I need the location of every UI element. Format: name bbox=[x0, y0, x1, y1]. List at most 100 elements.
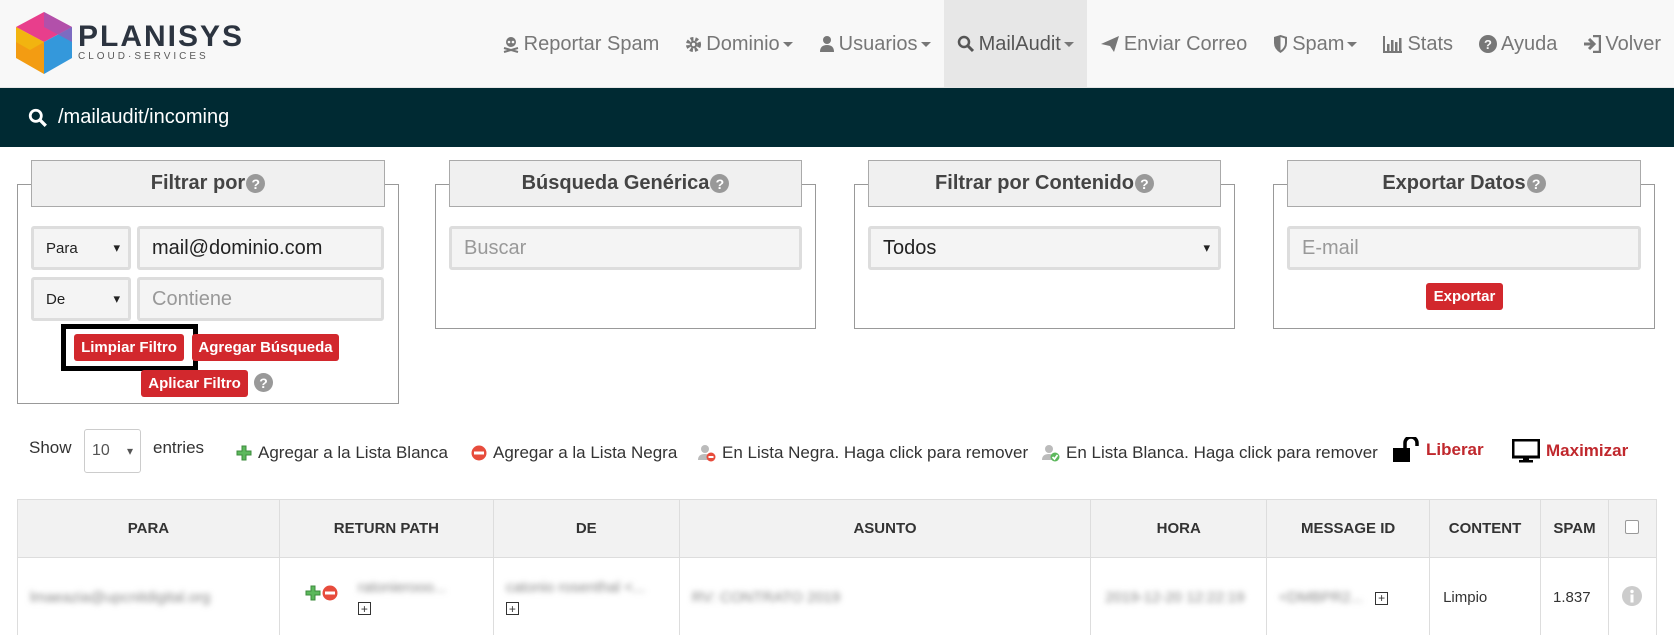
content-title-text: Filtrar por Contenido bbox=[935, 172, 1134, 194]
col-asunto[interactable]: ASUNTO bbox=[678, 499, 1092, 558]
user-icon bbox=[819, 35, 835, 53]
content-filter-title: Filtrar por Contenido? bbox=[868, 160, 1221, 207]
whitelist-add-label: Agregar a la Lista Blanca bbox=[258, 443, 448, 462]
chevron-down-icon bbox=[1347, 41, 1358, 47]
show-label: Show bbox=[29, 438, 72, 457]
red-minus-icon bbox=[471, 445, 487, 461]
filter-field2-select[interactable]: De bbox=[31, 277, 131, 321]
col-hora[interactable]: HORA bbox=[1090, 499, 1268, 558]
cell-content: Limpio bbox=[1429, 557, 1541, 635]
content-select[interactable]: Todos bbox=[868, 226, 1221, 270]
cell-para-text: lmaeazia@upcnitdigital.org bbox=[30, 589, 211, 607]
gear-icon bbox=[685, 36, 702, 53]
filter-field1-select[interactable]: Para bbox=[31, 226, 131, 270]
filter-value2-input[interactable]: Contiene bbox=[137, 277, 384, 321]
expand-plus-icon[interactable]: + bbox=[357, 602, 371, 615]
help-icon[interactable]: ? bbox=[246, 174, 266, 193]
filter-value1-input[interactable]: mail@dominio.com bbox=[137, 226, 384, 270]
help-icon[interactable]: ? bbox=[254, 373, 273, 392]
monitor-icon bbox=[1512, 439, 1540, 463]
nav-ayuda-label: Ayuda bbox=[1501, 32, 1558, 55]
cell-asunto: RV: CONTRATO 2019 bbox=[678, 557, 1092, 635]
nav-spam[interactable]: Spam bbox=[1260, 0, 1370, 88]
help-icon[interactable]: ? bbox=[1526, 174, 1546, 193]
filter-panel-title: Filtrar por? bbox=[31, 160, 385, 207]
nav-usuarios[interactable]: Usuarios bbox=[806, 0, 944, 88]
brand-name: PLANISYS bbox=[78, 20, 245, 53]
search-icon bbox=[957, 35, 975, 53]
chevron-down-icon bbox=[1063, 41, 1074, 47]
clear-filter-button[interactable]: Limpiar Filtro bbox=[74, 334, 184, 361]
col-return-path[interactable]: RETURN PATH bbox=[278, 499, 494, 558]
cell-de: catonio rosenthal <... + bbox=[492, 557, 680, 635]
current-path: /mailaudit/incoming bbox=[58, 106, 230, 128]
nav-volver-label: Volver bbox=[1605, 32, 1661, 55]
col-spam[interactable]: SPAM bbox=[1540, 499, 1609, 558]
export-button[interactable]: Exportar bbox=[1426, 283, 1503, 310]
in-blacklist-legend: En Lista Negra. Haga click para remover bbox=[698, 443, 1028, 463]
cell-return-path: ratonierooo... + bbox=[278, 557, 494, 635]
skull-icon bbox=[502, 35, 520, 53]
info-icon[interactable] bbox=[1622, 585, 1643, 610]
green-plus-icon[interactable] bbox=[305, 585, 321, 605]
blacklist-add-legend: Agregar a la Lista Negra bbox=[471, 443, 677, 463]
cell-return-path-text: ratonierooo... bbox=[357, 579, 447, 596]
expand-plus-icon[interactable]: + bbox=[505, 602, 519, 615]
apply-filter-button[interactable]: Aplicar Filtro bbox=[141, 370, 248, 397]
table-row[interactable]: lmaeazia@upcnitdigital.org ratonierooo..… bbox=[17, 557, 1658, 635]
nav-enviar-correo[interactable]: Enviar Correo bbox=[1087, 0, 1260, 88]
col-content[interactable]: CONTENT bbox=[1429, 499, 1541, 558]
user-blocked-icon bbox=[698, 444, 716, 462]
cell-de-text: catonio rosenthal <... bbox=[505, 579, 646, 596]
nav-reportar-spam-label: Reportar Spam bbox=[523, 32, 660, 55]
entries-select[interactable]: 10 bbox=[84, 429, 141, 473]
chevron-down-icon bbox=[782, 41, 793, 47]
help-icon[interactable]: ? bbox=[1134, 174, 1154, 193]
shield-icon bbox=[1273, 35, 1288, 53]
maximize-button[interactable]: Maximizar bbox=[1512, 439, 1628, 463]
nav-usuarios-label: Usuarios bbox=[838, 32, 918, 55]
release-button[interactable]: Liberar bbox=[1392, 437, 1484, 463]
generic-search-input[interactable]: Buscar bbox=[449, 226, 802, 270]
nav-mailaudit-label: MailAudit bbox=[978, 32, 1061, 55]
nav-ayuda[interactable]: ? Ayuda bbox=[1466, 0, 1570, 88]
nav-stats[interactable]: Stats bbox=[1370, 0, 1466, 88]
planisys-logo[interactable]: PLANISYS CLOUD·SERVICES bbox=[16, 12, 244, 74]
chevron-down-icon bbox=[920, 41, 931, 47]
whitelist-add-legend: Agregar a la Lista Blanca bbox=[236, 443, 448, 463]
mail-table: PARA RETURN PATH DE ASUNTO HORA MESSAGE … bbox=[17, 499, 1658, 635]
export-title-text: Exportar Datos bbox=[1382, 172, 1526, 194]
help-icon[interactable]: ? bbox=[710, 174, 730, 193]
in-whitelist-legend: En Lista Blanca. Haga click para remover bbox=[1042, 443, 1378, 463]
select-all-checkbox[interactable] bbox=[1625, 519, 1640, 534]
expand-plus-icon[interactable]: + bbox=[1375, 591, 1389, 605]
search-icon bbox=[28, 108, 48, 128]
cube-logo-icon bbox=[16, 12, 72, 74]
cell-hora: 2019-12-20 12:22:19 bbox=[1090, 557, 1268, 635]
add-search-button[interactable]: Agregar Búsqueda bbox=[192, 334, 339, 361]
cell-message-id-text: <DMBPR2... bbox=[1279, 589, 1363, 607]
col-select-all[interactable] bbox=[1607, 499, 1658, 558]
nav-dominio-label: Dominio bbox=[706, 32, 780, 55]
release-label: Liberar bbox=[1426, 440, 1484, 459]
col-message-id[interactable]: MESSAGE ID bbox=[1266, 499, 1431, 558]
paper-plane-icon bbox=[1100, 35, 1120, 53]
unlock-icon bbox=[1392, 437, 1420, 463]
question-circle-icon: ? bbox=[1479, 35, 1498, 53]
table-header-row: PARA RETURN PATH DE ASUNTO HORA MESSAGE … bbox=[17, 499, 1658, 558]
col-para[interactable]: PARA bbox=[17, 499, 280, 558]
export-email-input[interactable]: E-mail bbox=[1287, 226, 1641, 270]
nav-reportar-spam[interactable]: Reportar Spam bbox=[489, 0, 673, 88]
nav-dominio[interactable]: Dominio bbox=[672, 0, 805, 88]
sign-in-icon bbox=[1583, 35, 1602, 53]
export-title: Exportar Datos? bbox=[1287, 160, 1641, 207]
svg-text:?: ? bbox=[1484, 37, 1492, 52]
red-minus-icon[interactable] bbox=[322, 585, 338, 605]
generic-title-text: Búsqueda Genérica bbox=[521, 172, 710, 194]
nav-mailaudit[interactable]: MailAudit bbox=[943, 0, 1087, 88]
in-whitelist-label: En Lista Blanca. Haga click para remover bbox=[1066, 443, 1378, 462]
path-bar: /mailaudit/incoming bbox=[0, 88, 1674, 147]
col-de[interactable]: DE bbox=[492, 499, 680, 558]
nav-volver[interactable]: Volver bbox=[1570, 0, 1674, 88]
bar-chart-icon bbox=[1383, 35, 1403, 53]
